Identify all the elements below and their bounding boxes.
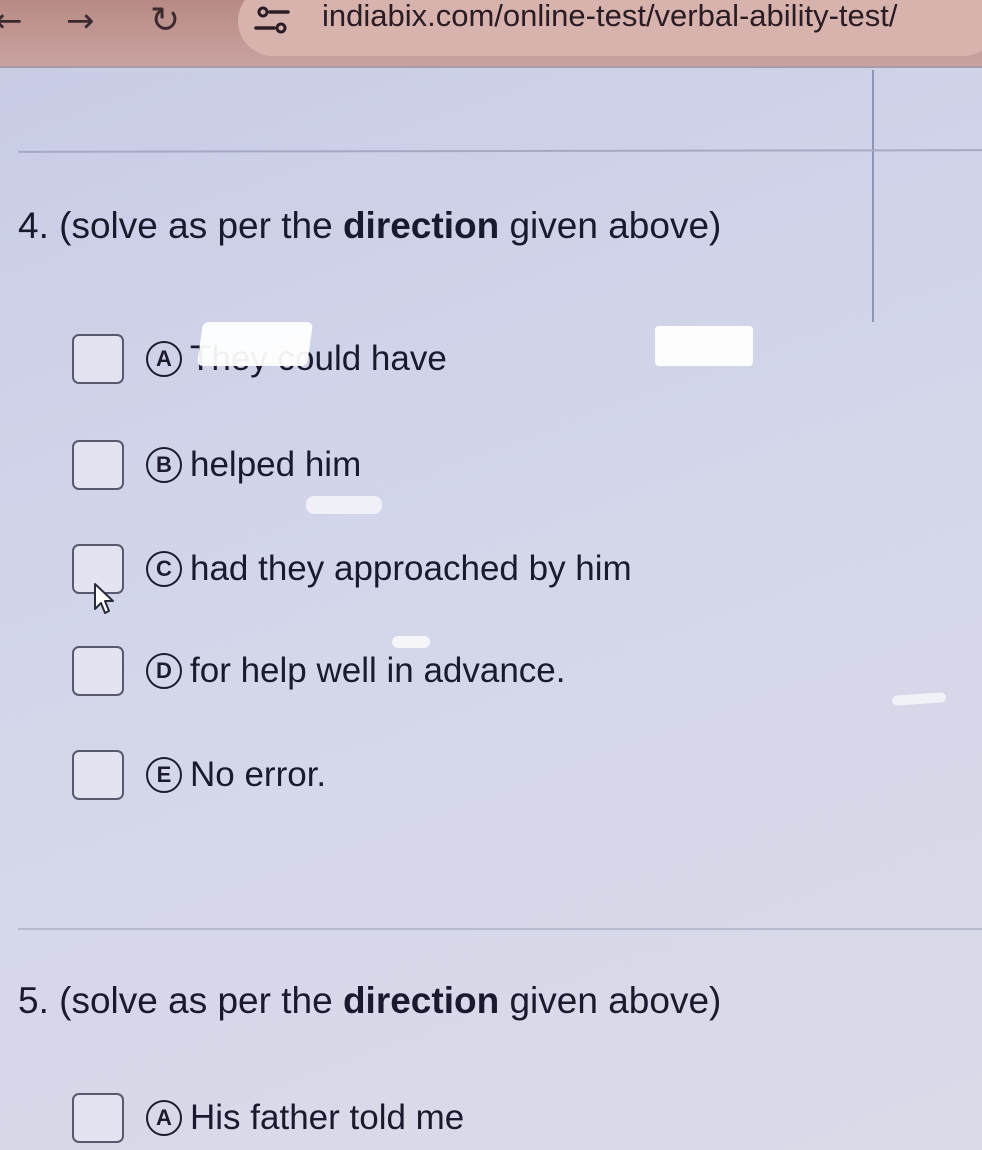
option-text: helped him xyxy=(190,445,362,484)
question-emphasis: direction xyxy=(342,980,500,1021)
option-letter: C xyxy=(146,551,182,587)
layout-divider-vertical xyxy=(872,70,874,322)
option-letter: E xyxy=(146,757,182,793)
option-letter: A xyxy=(146,1100,182,1136)
mouse-cursor-icon xyxy=(94,583,114,614)
option-checkbox[interactable] xyxy=(72,1093,124,1143)
q4-option-b[interactable]: B helped him xyxy=(72,440,361,490)
option-letter: B xyxy=(146,447,182,483)
option-letter: A xyxy=(146,341,182,377)
back-arrow-icon[interactable]: ← xyxy=(0,4,23,38)
option-text: for help well in advance. xyxy=(190,651,566,690)
option-checkbox[interactable] xyxy=(72,750,124,800)
q4-option-d[interactable]: D for help well in advance. xyxy=(72,646,566,696)
option-checkbox[interactable] xyxy=(72,334,124,384)
question-number: 4. xyxy=(18,205,49,246)
screen-glare xyxy=(196,322,314,366)
question-suffix: given above) xyxy=(499,980,722,1021)
question-prefix: (solve as per the xyxy=(59,205,343,246)
forward-arrow-icon[interactable]: → xyxy=(66,4,95,38)
option-letter: D xyxy=(146,653,182,689)
question-suffix: given above) xyxy=(499,205,722,246)
reload-icon[interactable]: ↻ xyxy=(150,3,180,39)
page-content: 4. (solve as per the direction given abo… xyxy=(0,70,982,1150)
q5-option-a[interactable]: A His father told me xyxy=(72,1093,464,1143)
q4-option-e[interactable]: E No error. xyxy=(72,750,326,800)
question-number: 5. xyxy=(18,980,49,1021)
section-divider xyxy=(17,149,982,153)
question-emphasis: direction xyxy=(342,205,500,246)
screen-glare xyxy=(392,636,430,648)
question-4-title: 4. (solve as per the direction given abo… xyxy=(18,205,721,247)
screen-glare xyxy=(306,496,382,514)
question-prefix: (solve as per the xyxy=(59,980,343,1021)
option-text: His father told me xyxy=(190,1098,465,1137)
site-settings-icon[interactable] xyxy=(250,2,294,42)
screen-glare xyxy=(655,326,753,366)
option-checkbox[interactable] xyxy=(72,440,124,490)
url-text[interactable]: indiabix.com/online-test/verbal-ability-… xyxy=(322,0,897,34)
question-5-title: 5. (solve as per the direction given abo… xyxy=(18,980,721,1022)
browser-toolbar: ← → ↻ indiabix.com/online-test/verbal-ab… xyxy=(0,0,982,68)
q4-option-c[interactable]: C had they approached by him xyxy=(72,544,632,594)
section-divider xyxy=(18,928,982,930)
option-text: had they approached by him xyxy=(190,549,632,588)
screen-glare xyxy=(891,692,947,706)
option-text: No error. xyxy=(190,755,327,794)
option-checkbox[interactable] xyxy=(72,646,124,696)
